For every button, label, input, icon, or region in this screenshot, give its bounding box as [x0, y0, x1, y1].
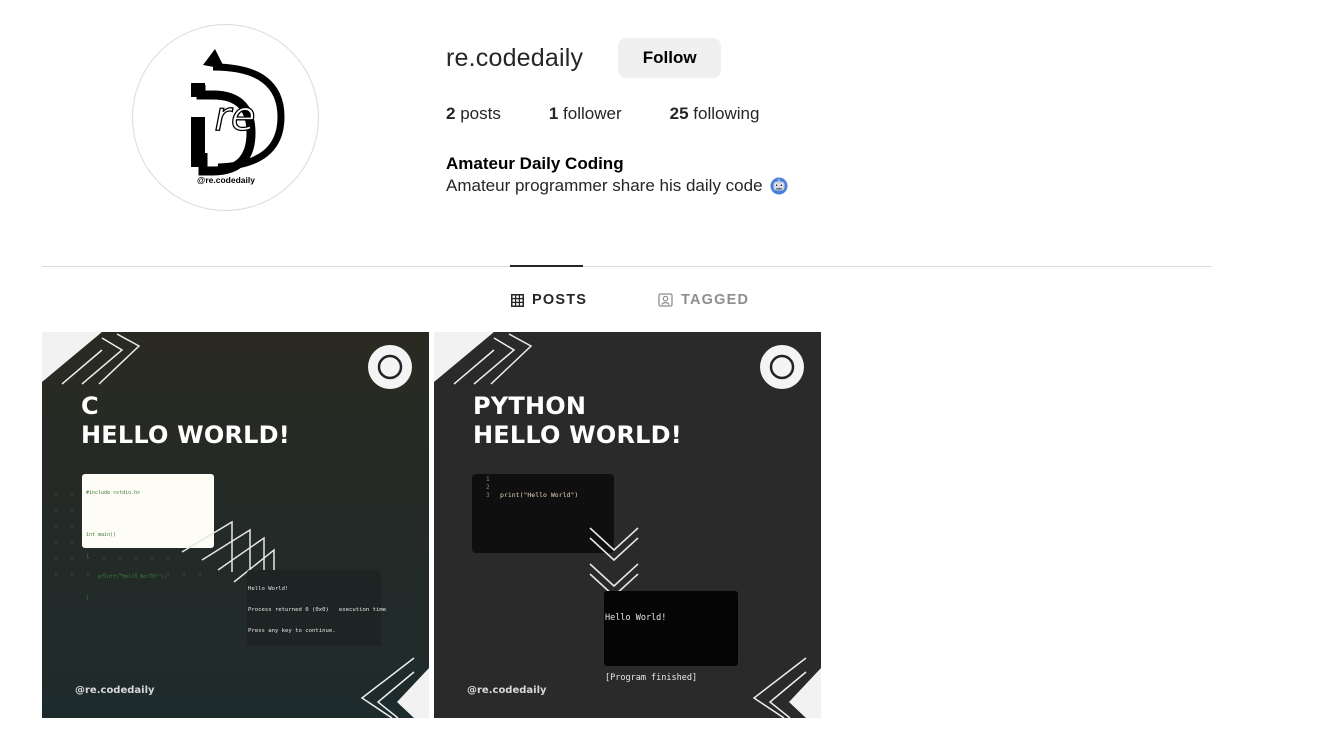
followers-label: follower [563, 104, 622, 123]
terminal-output: Hello World! Process returned 0 (0x0) ex… [248, 572, 386, 649]
followers-count: 1 [548, 104, 559, 123]
tabs-divider [42, 266, 1212, 267]
post-title: PYTHON HELLO WORLD! [473, 392, 682, 450]
profile-header: re.codedaily Follow [446, 38, 722, 78]
post-title: C HELLO WORLD! [81, 392, 290, 450]
post-title-line1: PYTHON [473, 392, 587, 420]
profile-stats: 2 posts 1 follower 25 following [446, 104, 807, 124]
terminal-line: Hello World! [248, 586, 289, 592]
post-title-line2: HELLO WORLD! [473, 421, 682, 449]
avatar-logo-text: re [214, 94, 255, 140]
tab-tagged[interactable]: TAGGED [658, 290, 749, 310]
post-title-line1: C [81, 392, 99, 420]
stat-followers[interactable]: 1 follower [549, 104, 622, 124]
post-handle: @re.codedaily [75, 685, 155, 696]
code-snippet: #include <stdio.h> int main() { printf("… [86, 476, 167, 616]
username: re.codedaily [446, 43, 584, 72]
profile-page: re @re.codedaily re.codedaily Follow 2 p… [0, 0, 1342, 741]
terminal-line: Process returned 0 (0x0) execution time [248, 607, 387, 613]
post-title-line2: HELLO WORLD! [81, 421, 290, 449]
tab-posts[interactable]: POSTS [511, 290, 587, 310]
robot-face-icon [770, 177, 788, 195]
code-line: } [86, 595, 90, 601]
active-tab-indicator [510, 265, 583, 267]
following-count: 25 [669, 104, 689, 123]
follow-button[interactable]: Follow [618, 38, 722, 78]
bio-text-row: Amateur programmer share his daily code [446, 175, 788, 197]
tab-tagged-label: TAGGED [681, 292, 750, 308]
stat-following[interactable]: 25 following [670, 104, 760, 124]
grid-icon [511, 293, 524, 307]
code-line: print("Hello World") [500, 491, 579, 499]
terminal-line: [Program finished] [605, 673, 698, 683]
post-handle: @re.codedaily [467, 685, 547, 696]
post-c-hello-world[interactable]: C HELLO WORLD! #include <stdio.h> int ma… [42, 332, 429, 718]
bio-name: Amateur Daily Coding [446, 154, 624, 173]
profile-avatar[interactable]: re @re.codedaily [132, 24, 319, 211]
tagged-user-icon [658, 293, 673, 307]
code-line: #include <stdio.h> [86, 490, 141, 496]
tab-posts-label: POSTS [532, 292, 588, 308]
code-gutter: 1 2 3 [486, 476, 490, 499]
code-line: int main() [86, 532, 117, 538]
terminal-line: Press any key to continue. [248, 628, 336, 634]
posts-label: posts [460, 104, 501, 123]
code-line: { [86, 553, 90, 559]
stat-posts: 2 posts [446, 104, 501, 124]
terminal-output: Hello World! [Program finished] [605, 593, 697, 703]
re-logo-icon: re @re.codedaily [191, 49, 285, 185]
profile-bio: Amateur Daily Coding Amateur programmer … [446, 153, 788, 197]
terminal-line: Hello World! [605, 613, 667, 623]
bio-text: Amateur programmer share his daily code [446, 176, 763, 195]
avatar-handle: @re.codedaily [197, 175, 255, 185]
posts-count: 2 [446, 104, 456, 123]
post-python-hello-world[interactable]: PYTHON HELLO WORLD! 1 2 3 print("Hello W… [434, 332, 821, 718]
code-line: printf("Hello World!"); [86, 574, 168, 580]
following-label: following [693, 104, 760, 123]
